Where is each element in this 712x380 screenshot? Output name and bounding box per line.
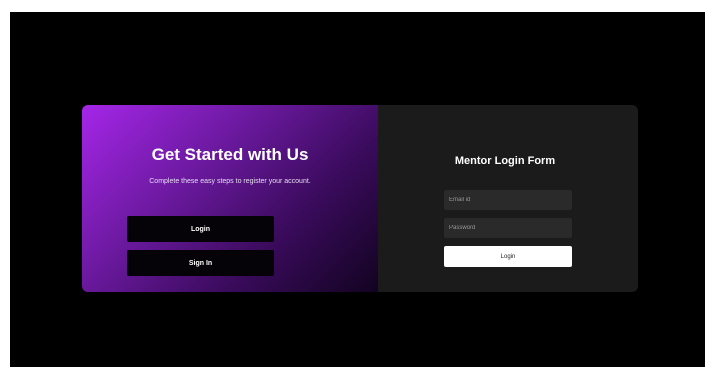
form-title: Mentor Login Form — [454, 155, 556, 167]
login-form-panel: Mentor Login Form Login — [378, 105, 638, 292]
hero-subtitle: Complete these easy steps to register yo… — [149, 178, 311, 185]
page-background: Get Started with Us Complete these easy … — [10, 12, 705, 367]
login-button[interactable]: Login — [127, 216, 274, 242]
get-started-panel: Get Started with Us Complete these easy … — [82, 105, 378, 292]
password-input[interactable] — [444, 218, 572, 238]
form-login-button[interactable]: Login — [444, 246, 572, 267]
sign-in-button[interactable]: Sign In — [127, 250, 274, 276]
hero-title: Get Started with Us — [151, 145, 309, 164]
email-input[interactable] — [444, 190, 572, 210]
auth-card: Get Started with Us Complete these easy … — [82, 105, 638, 292]
